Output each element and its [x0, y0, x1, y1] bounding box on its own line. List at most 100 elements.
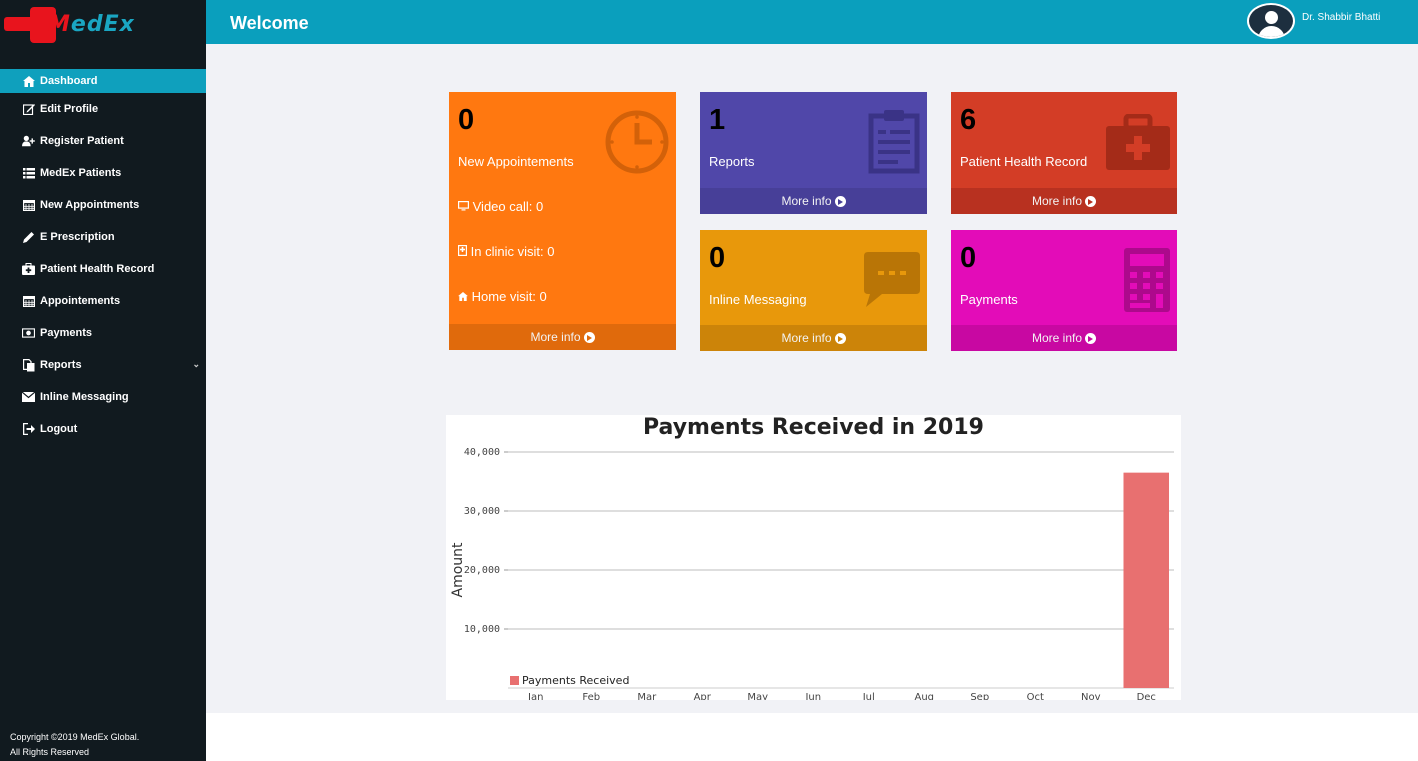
sidebar-item-new-appointments[interactable]: New Appointments	[0, 189, 206, 221]
sidebar-item-register-patient[interactable]: Register Patient	[0, 125, 206, 157]
username[interactable]: Dr. Shabbir Bhatti	[1302, 12, 1380, 23]
reports-more-info-link[interactable]: More info	[700, 188, 927, 214]
legend-label: Payments Received	[522, 674, 629, 687]
arrow-circle-right-icon	[583, 331, 595, 343]
legend-swatch	[510, 676, 519, 685]
calendar-icon	[22, 295, 35, 307]
logo-text: MedEx	[48, 12, 135, 37]
avatar-body	[1258, 26, 1285, 37]
sidebar-item-label: Register Patient	[40, 135, 124, 147]
more-info-text: More info	[781, 194, 832, 208]
clock-icon	[605, 110, 669, 174]
sign-out-icon	[22, 423, 35, 435]
medkit-icon	[22, 263, 35, 275]
sidebar-item-label: New Appointments	[40, 199, 140, 211]
x-tick-label: Jul	[862, 692, 875, 700]
copyright-text: Copyright ©2019 MedEx Global. All Rights…	[10, 730, 139, 760]
payments-label: Payments	[960, 292, 1018, 307]
sidebar-item-logout[interactable]: Logout	[0, 413, 206, 445]
more-info-text: More info	[1031, 331, 1083, 345]
payments-count: 0	[960, 242, 977, 274]
envelope-icon	[22, 391, 35, 403]
video-call-row: Video call: 0	[458, 199, 543, 214]
y-tick-label: 30,000	[464, 506, 500, 517]
arrow-circle-right-icon	[1085, 195, 1097, 207]
sidebar-item-label: Edit Profile	[40, 103, 99, 115]
reports-box: 1 Reports More info	[700, 92, 927, 214]
payments-more-info-link[interactable]: More info	[951, 325, 1177, 351]
more-info-text: More info	[530, 330, 581, 344]
home-visit-text: Home visit: 0	[471, 289, 547, 304]
x-tick-label: Jun	[804, 692, 821, 700]
clinic-visit-row: In clinic visit: 0	[458, 244, 554, 259]
y-tick-label: 10,000	[464, 624, 500, 635]
sidebar-item-dashboard[interactable]: Dashboard	[0, 69, 206, 93]
logo-text-first: M	[48, 12, 71, 37]
y-tick-label: 20,000	[464, 565, 500, 576]
sidebar-item-edit-profile[interactable]: Edit Profile	[0, 93, 206, 125]
messaging-label: Inline Messaging	[709, 292, 807, 307]
money-icon	[22, 327, 35, 339]
edit-icon	[22, 103, 35, 115]
video-call-text: Video call: 0	[472, 199, 544, 214]
sidebar: MedEx Dashboard Edit Profile Register Pa…	[0, 0, 206, 761]
home-icon	[22, 75, 35, 87]
sidebar-item-payments[interactable]: Payments	[0, 317, 206, 349]
sidebar-item-label: E Prescription	[40, 231, 115, 243]
arrow-circle-right-icon	[1085, 332, 1097, 344]
pencil-icon	[22, 231, 35, 243]
more-info-text: More info	[781, 331, 832, 345]
medex-logo[interactable]: MedEx	[4, 5, 179, 45]
payments-box: 0 Payments More info	[951, 230, 1177, 351]
sidebar-item-label: Patient Health Record	[40, 263, 155, 275]
health-record-box: 6 Patient Health Record More info	[951, 92, 1177, 214]
messaging-box: 0 Inline Messaging More info	[700, 230, 927, 351]
x-tick-label: Apr	[694, 692, 712, 700]
health-record-more-info-link[interactable]: More info	[951, 188, 1177, 214]
x-tick-label: Oct	[1027, 692, 1044, 700]
sidebar-item-label: Logout	[40, 423, 78, 435]
list-icon	[22, 167, 35, 179]
x-tick-label: Sep	[970, 692, 989, 700]
y-axis-label: Amount	[450, 542, 466, 598]
sidebar-item-reports[interactable]: Reports ⌄	[0, 349, 206, 381]
health-record-label: Patient Health Record	[960, 154, 1088, 169]
bar	[1123, 472, 1170, 688]
sidebar-item-label: MedEx Patients	[40, 167, 122, 179]
avatar[interactable]	[1247, 3, 1295, 39]
sidebar-item-label: Appointements	[40, 295, 121, 307]
x-tick-label: Dec	[1137, 692, 1156, 700]
clipboard-icon	[868, 110, 920, 174]
sidebar-item-appointements[interactable]: Appointements	[0, 285, 206, 317]
calculator-icon	[1124, 248, 1170, 312]
x-tick-label: May	[747, 692, 768, 700]
page-title: Welcome	[230, 13, 309, 33]
sidebar-item-inline-messaging[interactable]: Inline Messaging	[0, 381, 206, 413]
more-info-text: More info	[1031, 194, 1083, 208]
sidebar-item-medex-patients[interactable]: MedEx Patients	[0, 157, 206, 189]
hospital-icon	[458, 244, 468, 259]
monitor-icon	[458, 199, 470, 214]
payments-chart-panel: Payments Received in 2019 10,000 20,000 30…	[446, 415, 1181, 700]
arrow-circle-right-icon	[834, 195, 846, 207]
arrow-circle-right-icon	[834, 332, 846, 344]
chevron-down-icon[interactable]: ⌄	[192, 359, 200, 370]
sidebar-nav: Dashboard Edit Profile Register Patient …	[0, 69, 206, 445]
sidebar-item-label: Reports	[40, 359, 82, 371]
logo-text-rest: edEx	[70, 12, 135, 37]
messaging-more-info-link[interactable]: More info	[700, 325, 927, 351]
x-tick-label: Nov	[1081, 692, 1101, 700]
messaging-count: 0	[709, 242, 726, 274]
copyright-line-2: All Rights Reserved	[10, 747, 90, 757]
sidebar-item-patient-health-record[interactable]: Patient Health Record	[0, 253, 206, 285]
calendar-icon	[22, 199, 35, 211]
x-tick-label: Jan	[527, 692, 543, 700]
files-icon	[22, 358, 35, 371]
appointments-label: New Appointements	[458, 154, 574, 169]
main-content: 0 New Appointements Video call: 0 In cli…	[206, 44, 1418, 713]
medkit-icon	[1106, 114, 1170, 170]
sidebar-item-e-prescription[interactable]: E Prescription	[0, 221, 206, 253]
appointments-more-info-link[interactable]: More info	[449, 324, 676, 350]
x-tick-label: Mar	[637, 692, 657, 700]
top-header: Welcome Dr. Shabbir Bhatti	[206, 0, 1418, 44]
